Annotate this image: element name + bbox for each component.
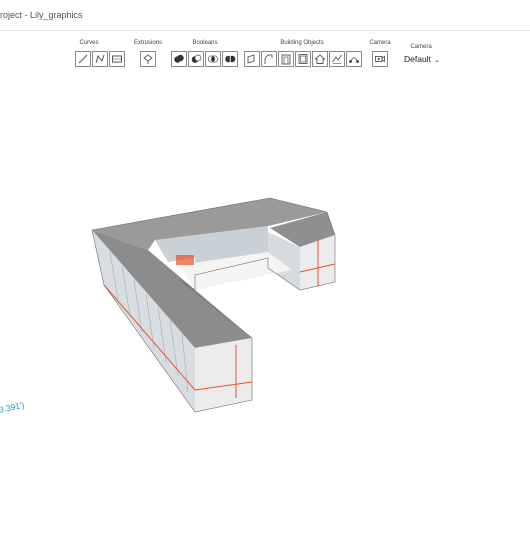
arch-icon bbox=[264, 54, 273, 64]
window-title: roject - Lily_graphics bbox=[0, 10, 83, 20]
rectangle-tool-button[interactable] bbox=[109, 51, 125, 67]
window-tool-button[interactable] bbox=[295, 51, 311, 67]
roof-icon bbox=[314, 54, 326, 64]
group-label-camera: Camera bbox=[369, 40, 391, 46]
boolean-intersection-button[interactable] bbox=[205, 51, 221, 67]
title-bar: roject - Lily_graphics bbox=[0, 0, 530, 31]
line-tool-button[interactable] bbox=[75, 51, 91, 67]
chevron-down-icon: ⌄ bbox=[433, 57, 440, 64]
group-label-booleans: Booleans bbox=[192, 40, 218, 46]
camera-select-label: Camera bbox=[410, 44, 432, 50]
camera-icon bbox=[375, 55, 385, 63]
facade-front-end bbox=[195, 338, 252, 412]
camera-select-value: Default bbox=[404, 54, 431, 64]
slab-icon bbox=[332, 54, 342, 64]
boolean-difference-icon bbox=[191, 54, 202, 63]
line-icon bbox=[78, 54, 88, 64]
building-model bbox=[91, 197, 336, 413]
roof-tool-button[interactable] bbox=[312, 51, 328, 67]
polyline-icon bbox=[95, 54, 105, 64]
boolean-difference-button[interactable] bbox=[188, 51, 204, 67]
door-icon bbox=[281, 54, 291, 65]
boolean-split-button[interactable] bbox=[222, 51, 238, 67]
wall-tool-button[interactable] bbox=[244, 51, 260, 67]
window-icon bbox=[298, 54, 308, 64]
rectangle-icon bbox=[112, 55, 122, 63]
group-label-building-objects: Building Objects bbox=[280, 40, 324, 46]
arch-tool-button[interactable] bbox=[261, 51, 277, 67]
boolean-union-button[interactable] bbox=[171, 51, 187, 67]
group-label-extrusions: Extrusions bbox=[133, 40, 163, 46]
polyline-tool-button[interactable] bbox=[92, 51, 108, 67]
boolean-intersection-icon bbox=[207, 55, 219, 63]
door-tool-button[interactable] bbox=[278, 51, 294, 67]
camera-tool-button[interactable] bbox=[372, 51, 388, 67]
slab-tool-button[interactable] bbox=[329, 51, 345, 67]
stair-icon bbox=[349, 57, 359, 63]
extrude-icon bbox=[143, 54, 153, 64]
viewport-3d[interactable]: 3.391') bbox=[0, 75, 530, 530]
boolean-split-icon bbox=[225, 55, 236, 63]
wall-icon bbox=[247, 54, 255, 64]
group-label-curves: Curves bbox=[79, 40, 99, 46]
extrude-tool-button[interactable] bbox=[140, 51, 156, 67]
camera-select[interactable]: Default ⌄ bbox=[404, 54, 440, 64]
stair-tool-button[interactable] bbox=[346, 51, 362, 67]
courtyard-accent bbox=[176, 255, 194, 265]
boolean-union-icon bbox=[174, 54, 184, 63]
